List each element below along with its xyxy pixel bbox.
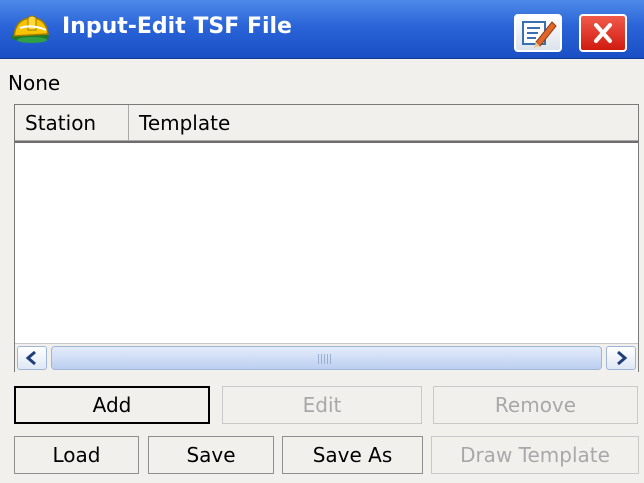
horizontal-scrollbar[interactable] <box>15 343 638 372</box>
scroll-right-button[interactable] <box>606 346 636 370</box>
column-header-station[interactable]: Station <box>15 105 129 141</box>
load-button[interactable]: Load <box>14 436 139 474</box>
add-button[interactable]: Add <box>14 386 210 424</box>
remove-button[interactable]: Remove <box>433 386 638 424</box>
title-bar: Input-Edit TSF File <box>0 0 644 59</box>
file-name-label: None <box>8 71 61 95</box>
window-title: Input-Edit TSF File <box>62 14 292 39</box>
chevron-left-icon <box>25 350 36 366</box>
list-header: Station Template <box>15 105 638 143</box>
header-divider <box>15 141 638 143</box>
edit-notes-button[interactable] <box>514 14 562 52</box>
close-icon <box>594 23 612 43</box>
draw-template-button[interactable]: Draw Template <box>431 436 639 474</box>
column-header-template[interactable]: Template <box>129 105 638 141</box>
save-as-button[interactable]: Save As <box>282 436 423 474</box>
scroll-left-button[interactable] <box>17 346 47 370</box>
save-button[interactable]: Save <box>148 436 274 474</box>
edit-notes-icon <box>522 21 557 48</box>
station-template-list[interactable]: Station Template <box>14 104 639 372</box>
scrollbar-thumb[interactable] <box>51 346 602 370</box>
grip-icon <box>318 354 332 364</box>
chevron-right-icon <box>617 350 628 366</box>
hardhat-icon <box>8 10 56 50</box>
edit-button[interactable]: Edit <box>222 386 422 424</box>
close-button[interactable] <box>579 14 627 52</box>
